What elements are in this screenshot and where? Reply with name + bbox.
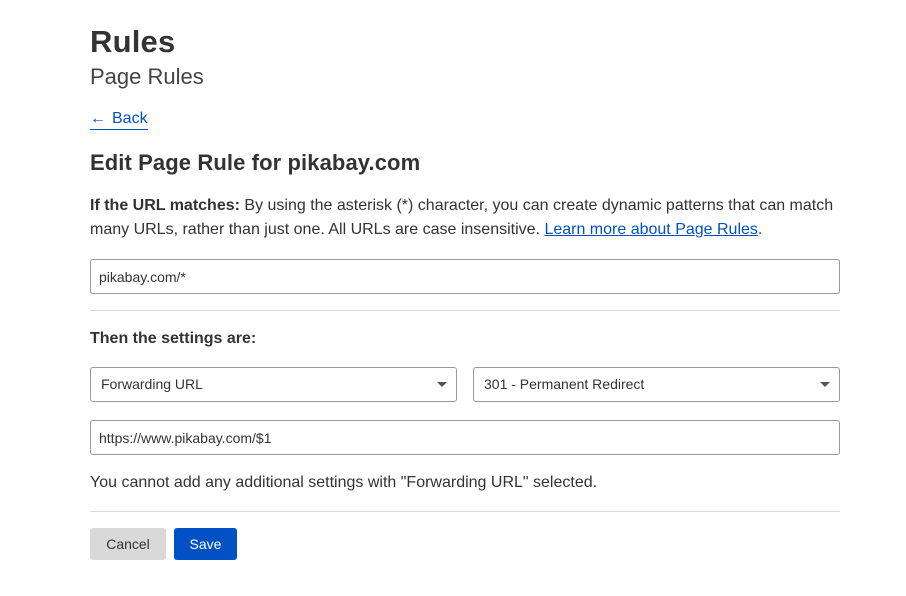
status-code-select[interactable]: 301 - Permanent Redirect (473, 367, 840, 402)
back-label: Back (112, 110, 148, 127)
desc-trailing: . (757, 221, 763, 238)
caret-down-icon (437, 382, 447, 387)
settings-label: Then the settings are: (90, 330, 257, 347)
caret-down-icon (820, 382, 830, 387)
back-link[interactable]: ← Back (90, 110, 148, 130)
cancel-button[interactable]: Cancel (90, 528, 166, 560)
divider (90, 511, 840, 512)
url-match-label: If the URL matches: (90, 197, 240, 214)
destination-url-input[interactable] (90, 420, 840, 455)
edit-rule-heading: Edit Page Rule for pikabay.com (90, 150, 421, 175)
settings-note: You cannot add any additional settings w… (90, 474, 598, 491)
learn-more-link[interactable]: Learn more about Page Rules (544, 221, 757, 238)
setting-type-value: Forwarding URL (101, 376, 203, 392)
page-subtitle: Page Rules (90, 64, 204, 89)
url-match-input[interactable] (90, 259, 840, 294)
divider (90, 310, 840, 311)
status-code-value: 301 - Permanent Redirect (484, 376, 645, 392)
url-match-description: If the URL matches: By using the asteris… (90, 194, 840, 242)
setting-type-select[interactable]: Forwarding URL (90, 367, 457, 402)
arrow-left-icon: ← (90, 110, 106, 127)
page-title: Rules (90, 24, 176, 59)
save-button[interactable]: Save (174, 528, 237, 560)
